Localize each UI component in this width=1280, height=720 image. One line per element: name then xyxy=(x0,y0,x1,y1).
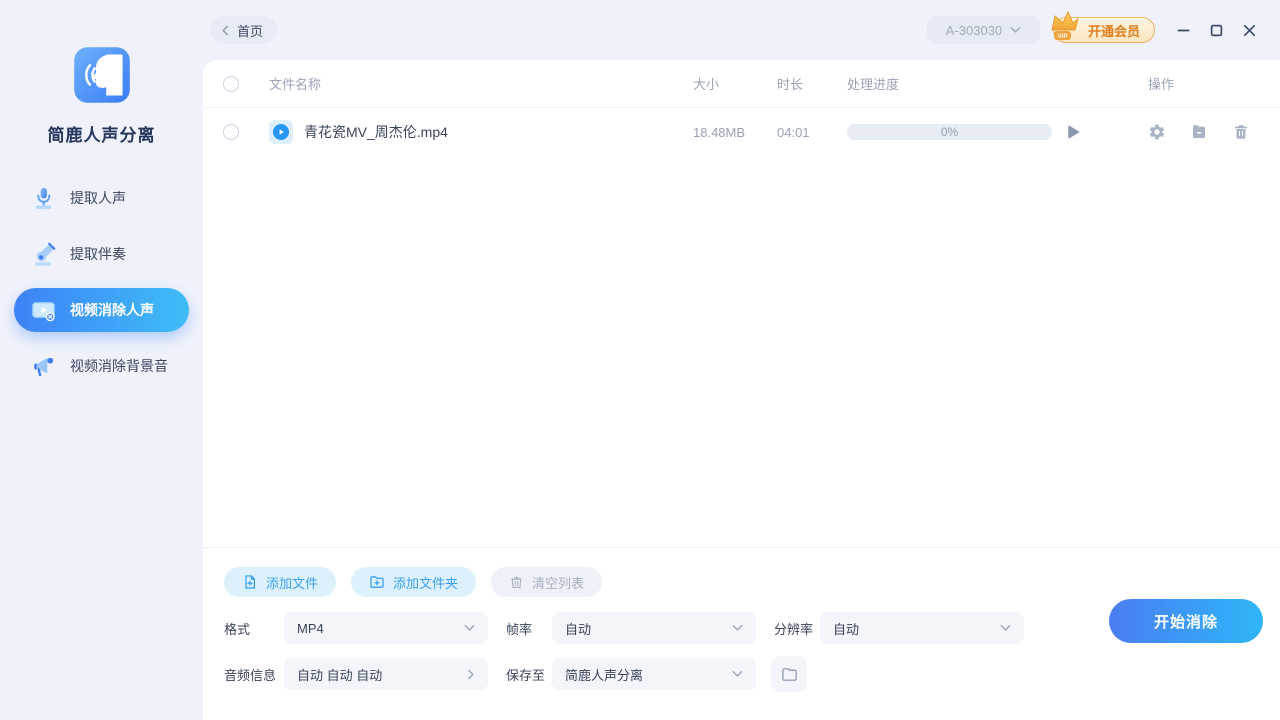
table-row: 青花瓷MV_周杰伦.mp4 18.48MB 04:01 0% xyxy=(203,108,1280,156)
maximize-icon xyxy=(1210,24,1223,36)
table-header: 文件名称 大小 时长 处理进度 操作 xyxy=(203,60,1280,108)
clear-list-button[interactable]: 清空列表 xyxy=(491,567,603,597)
sidebar-item-video-remove-bgm[interactable]: 视频消除背景音 xyxy=(14,344,189,388)
add-folder-button[interactable]: 添加文件夹 xyxy=(351,567,477,597)
file-duration: 04:01 xyxy=(777,124,810,140)
audio-info-select[interactable]: 自动 自动 自动 xyxy=(284,658,488,690)
account-id: A-303030 xyxy=(945,22,1003,38)
col-header-progress: 处理进度 xyxy=(847,77,900,92)
framerate-select[interactable]: 自动 xyxy=(552,612,756,644)
folder-icon xyxy=(781,667,797,681)
col-header-actions: 操作 xyxy=(1148,77,1175,92)
col-header-duration: 时长 xyxy=(777,77,804,92)
progress-bar: 0% xyxy=(847,124,1052,140)
chevron-down-icon xyxy=(464,625,475,631)
resolution-value: 自动 xyxy=(833,621,860,637)
audio-info-label: 音频信息 xyxy=(224,667,277,683)
resolution-select[interactable]: 自动 xyxy=(820,612,1024,644)
chevron-right-icon xyxy=(468,669,474,679)
sidebar-item-video-remove-vocal[interactable]: 视频消除人声 xyxy=(14,288,189,332)
microphone-icon xyxy=(35,187,52,209)
col-header-size: 大小 xyxy=(693,77,720,92)
sidebar-item-label: 视频消除人声 xyxy=(70,302,154,318)
trash-icon xyxy=(511,576,522,588)
svg-text:VIP: VIP xyxy=(1057,33,1067,40)
format-value: MP4 xyxy=(297,620,324,636)
sidebar-item-label: 视频消除背景音 xyxy=(70,358,168,374)
save-to-select[interactable]: 简鹿人声分离 xyxy=(552,658,756,690)
row-play-button[interactable] xyxy=(1064,123,1082,141)
row-settings-icon[interactable] xyxy=(1148,123,1166,141)
chevron-down-icon xyxy=(732,625,743,631)
open-save-folder-button[interactable] xyxy=(771,656,807,692)
row-open-folder-icon[interactable] xyxy=(1190,123,1208,141)
chevron-down-icon xyxy=(1000,625,1011,631)
back-home-label: 首页 xyxy=(237,23,264,39)
file-list-empty-space xyxy=(203,156,1280,547)
file-size: 18.48MB xyxy=(693,124,746,140)
main-area: 首页 A-303030 VIP 开通会员 文件名称 大小 时长 处理进度 操作 … xyxy=(203,0,1280,720)
select-all-checkbox[interactable] xyxy=(223,75,239,92)
clear-list-label: 清空列表 xyxy=(532,575,585,591)
folder-plus-icon xyxy=(370,576,384,588)
minimize-button[interactable] xyxy=(1175,22,1192,39)
sidebar-item-label: 提取伴奏 xyxy=(70,246,126,262)
chevron-down-icon xyxy=(732,671,743,677)
file-list-panel: 文件名称 大小 时长 处理进度 操作 青花瓷MV_周杰伦.mp4 18.48MB… xyxy=(203,60,1280,720)
app-logo-block: 简鹿人声分离 xyxy=(0,0,203,146)
row-delete-icon[interactable] xyxy=(1232,123,1250,141)
framerate-label: 帧率 xyxy=(506,621,533,637)
format-select[interactable]: MP4 xyxy=(284,612,488,644)
col-header-name: 文件名称 xyxy=(269,77,322,92)
app-title: 简鹿人声分离 xyxy=(47,126,156,145)
close-icon xyxy=(1243,24,1256,36)
add-file-button[interactable]: 添加文件 xyxy=(224,567,337,597)
add-file-label: 添加文件 xyxy=(266,575,319,591)
file-plus-icon xyxy=(245,575,256,589)
sidebar-item-extract-vocal[interactable]: 提取人声 xyxy=(14,176,189,220)
row-checkbox[interactable] xyxy=(223,124,239,140)
maximize-button[interactable] xyxy=(1208,22,1225,39)
play-circle-icon xyxy=(273,124,289,140)
open-vip-button[interactable]: VIP 开通会员 xyxy=(1051,10,1155,43)
vip-crown-icon: VIP xyxy=(1051,10,1079,40)
format-label: 格式 xyxy=(224,621,251,637)
file-name: 青花瓷MV_周杰伦.mp4 xyxy=(304,124,448,140)
framerate-value: 自动 xyxy=(565,621,592,637)
sidebar-item-label: 提取人声 xyxy=(70,190,126,206)
open-vip-label: 开通会员 xyxy=(1087,23,1140,39)
window-controls xyxy=(1175,22,1258,39)
bottom-controls: 添加文件 添加文件夹 清空列表 格式 MP4 帧率 自动 分辨率 自动 音频信息… xyxy=(203,547,1280,720)
megaphone-icon xyxy=(34,357,54,376)
app-logo-icon xyxy=(73,47,130,103)
file-type-badge xyxy=(269,120,293,144)
title-bar: 首页 A-303030 VIP 开通会员 xyxy=(203,0,1280,60)
account-dropdown[interactable]: A-303030 xyxy=(926,16,1040,44)
sidebar-nav: 提取人声 提取伴奏 视频消除人声 视频消除背景音 xyxy=(0,176,203,400)
video-screen-icon xyxy=(32,301,55,321)
progress-text: 0% xyxy=(940,125,959,139)
chevron-left-icon xyxy=(222,25,229,35)
minimize-icon xyxy=(1177,29,1190,31)
sidebar: 简鹿人声分离 提取人声 提取伴奏 视频消除人声 视频消除背景音 xyxy=(0,0,203,720)
add-folder-label: 添加文件夹 xyxy=(393,575,459,591)
save-to-label: 保存至 xyxy=(506,667,546,683)
resolution-label: 分辨率 xyxy=(774,621,814,637)
chevron-down-icon xyxy=(1010,26,1021,33)
back-home-button[interactable]: 首页 xyxy=(210,16,278,44)
guitar-icon xyxy=(34,242,56,266)
save-to-value: 简鹿人声分离 xyxy=(565,667,644,683)
sidebar-item-extract-accompaniment[interactable]: 提取伴奏 xyxy=(14,232,189,276)
start-removal-button[interactable]: 开始消除 xyxy=(1109,599,1263,643)
audio-info-value: 自动 自动 自动 xyxy=(297,667,383,683)
close-button[interactable] xyxy=(1241,22,1258,39)
